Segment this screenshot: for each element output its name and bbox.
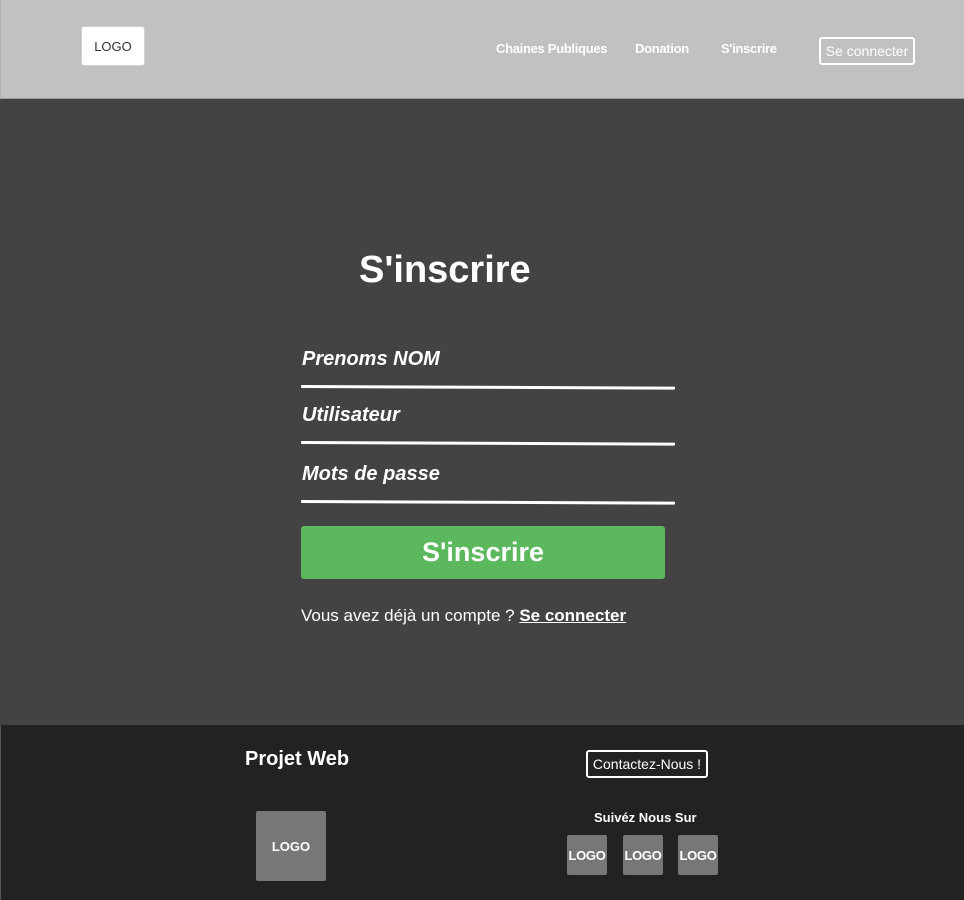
password-placeholder: Mots de passe <box>302 463 440 485</box>
footer: Projet Web LOGO Contactez-Nous ! Suivéz … <box>0 725 964 900</box>
social-logo-3[interactable]: LOGO <box>678 835 718 875</box>
field-underline <box>301 441 675 446</box>
username-field[interactable]: Utilisateur <box>301 404 675 446</box>
field-underline <box>301 385 675 390</box>
login-prompt-text: Vous avez déjà un compte ? <box>301 606 520 625</box>
top-navbar: LOGO Chaines Publiques Donation S'inscri… <box>0 0 964 99</box>
follow-label: Suivéz Nous Sur <box>594 810 697 825</box>
field-underline <box>301 500 675 505</box>
fullname-field[interactable]: Prenoms NOM <box>301 348 675 390</box>
nav-link-chaines-publiques[interactable]: Chaines Publiques <box>496 41 608 56</box>
footer-logo: LOGO <box>256 811 326 881</box>
login-prompt: Vous avez déjà un compte ? Se connecter <box>301 606 626 626</box>
fullname-placeholder: Prenoms NOM <box>302 348 440 370</box>
nav-link-sinscrire[interactable]: S'inscrire <box>721 41 777 56</box>
username-placeholder: Utilisateur <box>302 404 400 426</box>
social-logo-1[interactable]: LOGO <box>567 835 607 875</box>
site-logo[interactable]: LOGO <box>81 26 145 66</box>
page-title: S'inscrire <box>359 249 531 291</box>
footer-title: Projet Web <box>245 748 350 770</box>
nav-link-donation[interactable]: Donation <box>635 41 689 56</box>
signup-submit-button[interactable]: S'inscrire <box>301 526 665 579</box>
contact-button[interactable]: Contactez-Nous ! <box>586 750 708 778</box>
social-logo-2[interactable]: LOGO <box>623 835 663 875</box>
signup-section: S'inscrire Prenoms NOM Utilisateur Mots … <box>0 100 964 725</box>
header-login-button[interactable]: Se connecter <box>819 37 915 65</box>
password-field[interactable]: Mots de passe <box>301 463 675 505</box>
login-link[interactable]: Se connecter <box>519 606 626 625</box>
